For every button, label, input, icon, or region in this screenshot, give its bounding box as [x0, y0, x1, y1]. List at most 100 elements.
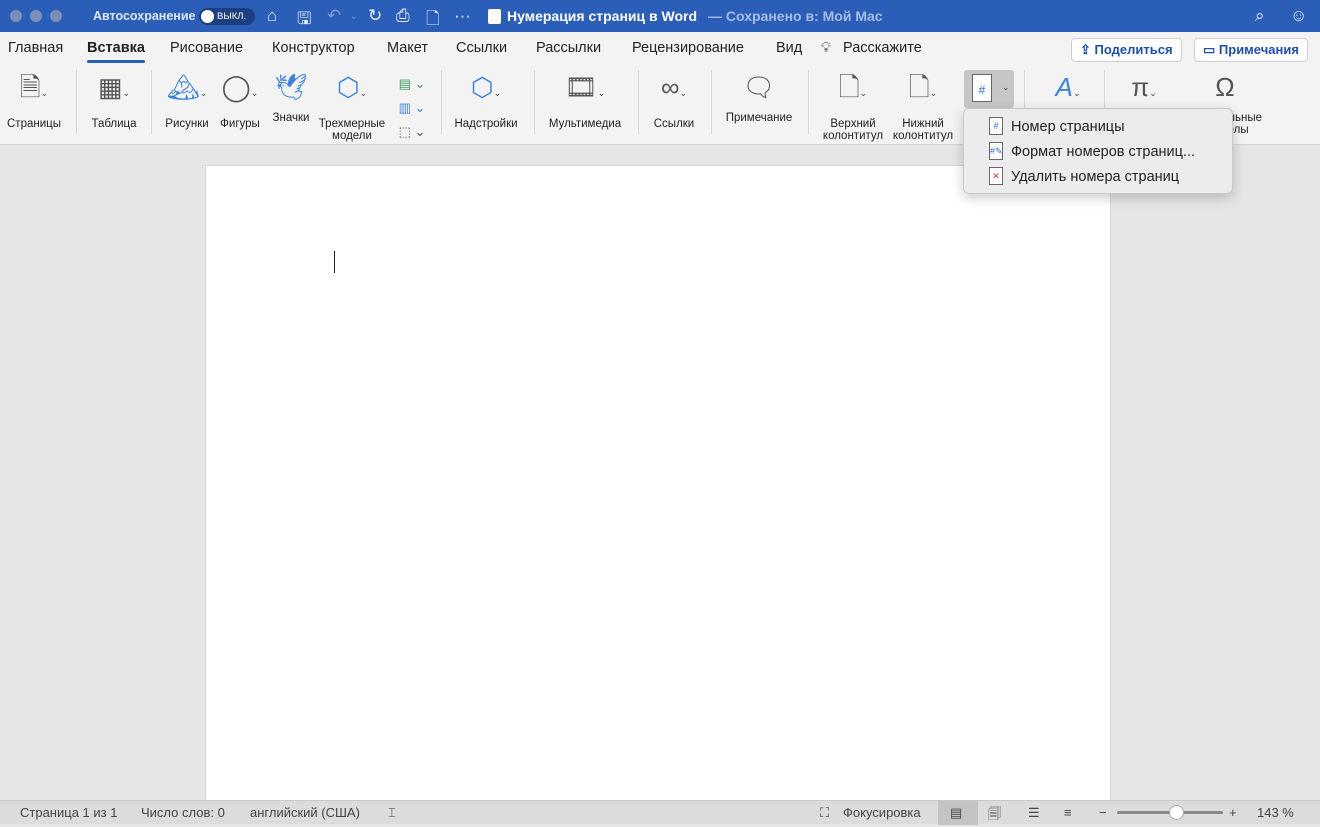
page-number-button[interactable]: # ⌄ [964, 70, 1014, 108]
autosave-toggle[interactable]: ВЫКЛ. [199, 8, 255, 25]
zoom-slider-thumb[interactable] [1168, 805, 1184, 820]
print-layout-view-button[interactable]: ▤ [938, 801, 978, 825]
3d-models-button[interactable]: ⬡⌄ Трехмерные модели [314, 72, 390, 142]
zoom-in-button[interactable]: + [1229, 805, 1237, 820]
zoom-slider[interactable] [1117, 805, 1223, 820]
outline-view-icon[interactable]: ☰ [1028, 805, 1040, 821]
page-count[interactable]: Страница 1 из 1 [20, 805, 117, 820]
tab-mailings[interactable]: Рассылки [536, 40, 601, 56]
share-button[interactable]: ⇪ Поделиться [1071, 38, 1182, 62]
header-label-2: колонтитул [822, 130, 884, 142]
draft-view-icon[interactable]: ≡ [1064, 805, 1072, 820]
tab-design[interactable]: Конструктор [272, 40, 355, 56]
omega-icon: Ω [1215, 72, 1235, 102]
shapes-button[interactable]: ◯⌄ Фигуры [214, 72, 266, 130]
minimize-window-button[interactable] [30, 10, 42, 22]
print-layout-icon: ▤ [950, 805, 963, 820]
pictures-icon: 🏔︎⌄ [166, 72, 208, 102]
more-icon[interactable]: ··· [454, 6, 471, 26]
pictures-button[interactable]: 🏔︎⌄ Рисунки [160, 72, 214, 130]
zoom-level[interactable]: 143 % [1257, 805, 1294, 820]
pages-button[interactable]: 🗎⌄ Страницы [4, 72, 64, 130]
chevron-down-icon: ⌄ [1002, 82, 1010, 92]
header-icon: 🗋⌄ [838, 72, 868, 102]
close-window-button[interactable] [10, 10, 22, 22]
media-icon: 🎞︎⌄ [564, 72, 606, 102]
smartart-chart-screenshot-group: ▤ ⌄ ▥ ⌄ ⬚ ⌄ [394, 72, 430, 144]
pictures-label: Рисунки [165, 118, 209, 130]
home-icon[interactable]: ⌂ [267, 6, 277, 26]
table-icon: ▦⌄ [97, 72, 131, 102]
remove-page-number-icon: ✕ [989, 167, 1003, 185]
pi-icon: π⌄ [1131, 72, 1157, 102]
divider [441, 70, 442, 134]
tab-review[interactable]: Рецензирование [632, 40, 744, 56]
media-label: Мультимедиа [548, 118, 622, 130]
media-button[interactable]: 🎞︎⌄ Мультимедиа [542, 72, 628, 130]
screenshot-icon[interactable]: ⬚ ⌄ [394, 120, 430, 144]
footer-label: Нижний [902, 118, 944, 130]
menu-item-label: Удалить номера страниц [1011, 168, 1180, 185]
table-label: Таблица [91, 118, 137, 130]
text-button[interactable]: A⌄ [1040, 72, 1096, 108]
3d-models-label-2: модели [332, 130, 372, 142]
icons-button[interactable]: 🕊︎ Значки [268, 72, 314, 124]
page-number-menu: # Номер страницы #✎ Формат номеров страниц… [963, 108, 1233, 194]
lightbulb-icon: 💡︎ [821, 40, 832, 56]
menu-item-remove-page-numbers[interactable]: ✕ Удалить номера страниц [964, 164, 1232, 189]
header-button[interactable]: 🗋⌄ Верхний колонтитул [818, 72, 888, 142]
saved-status[interactable]: — Сохранено в: Мой Mac [708, 8, 883, 24]
table-button[interactable]: ▦⌄ Таблица [86, 72, 142, 130]
footer-label-2: колонтитул [892, 130, 954, 142]
save-icon[interactable]: 🖫 [297, 6, 311, 35]
text-a-icon: A⌄ [1055, 72, 1081, 102]
divider [534, 70, 535, 134]
icons-label: Значки [272, 112, 310, 124]
tab-insert[interactable]: Вставка [87, 40, 145, 56]
focus-icon[interactable]: ⛶ [820, 805, 829, 821]
focus-button[interactable]: Фокусировка [843, 805, 921, 820]
tab-view[interactable]: Вид [776, 40, 802, 56]
links-button[interactable]: ∞⌄ Ссылки [646, 72, 702, 130]
document-page[interactable] [205, 165, 1111, 805]
divider [638, 70, 639, 134]
menu-item-page-number[interactable]: # Номер страницы [964, 114, 1232, 139]
undo-dropdown-icon[interactable]: ⌄ [350, 11, 358, 22]
autosave-label: Автосохранение [93, 9, 196, 23]
menu-item-format-page-numbers[interactable]: #✎ Формат номеров страниц... [964, 139, 1232, 164]
tell-me-search[interactable]: Расскажите [843, 40, 922, 56]
tab-references[interactable]: Ссылки [456, 40, 507, 56]
addins-label: Надстройки [454, 118, 518, 130]
smiley-feedback-icon[interactable]: ☺ [1290, 6, 1307, 26]
divider [711, 70, 712, 134]
divider [808, 70, 809, 134]
comments-label: Примечания [1218, 42, 1299, 57]
chart-icon[interactable]: ▥ ⌄ [394, 96, 430, 120]
ribbon-tabs: Главная Вставка Рисование Конструктор Ма… [0, 32, 1320, 64]
comment-button[interactable]: 🗨︎ Примечание [720, 72, 798, 124]
menu-item-label: Формат номеров страниц... [1011, 143, 1196, 160]
share-label: Поделиться [1094, 42, 1173, 57]
tab-home[interactable]: Главная [8, 40, 63, 56]
word-count[interactable]: Число слов: 0 [141, 805, 225, 820]
addins-button[interactable]: ⬡⌄ Надстройки [448, 72, 524, 130]
comments-button[interactable]: ▭ Примечания [1194, 38, 1308, 62]
undo-icon[interactable]: ↶ [327, 6, 341, 26]
print-icon[interactable]: ⎙ [396, 6, 410, 26]
pages-icon: 🗎⌄ [19, 72, 49, 102]
redo-icon[interactable]: ↻ [368, 6, 382, 26]
smartart-icon[interactable]: ▤ ⌄ [394, 72, 430, 96]
language[interactable]: английский (США) [250, 805, 360, 820]
page-number-icon: # [972, 74, 992, 102]
footer-button[interactable]: 🗋⌄ Нижний колонтитул [888, 72, 958, 142]
tab-layout[interactable]: Макет [387, 40, 428, 56]
equation-button[interactable]: π⌄ [1116, 72, 1172, 108]
maximize-window-button[interactable] [50, 10, 62, 22]
tab-draw[interactable]: Рисование [170, 40, 243, 56]
zoom-out-button[interactable]: − [1099, 805, 1107, 820]
new-document-icon[interactable]: 🗋 [426, 6, 440, 35]
bird-icon: 🕊︎ [274, 72, 308, 102]
search-icon[interactable]: ⌕ [1255, 6, 1265, 26]
text-cursor [334, 251, 335, 273]
track-changes-icon[interactable]: ⌶ [388, 805, 396, 821]
